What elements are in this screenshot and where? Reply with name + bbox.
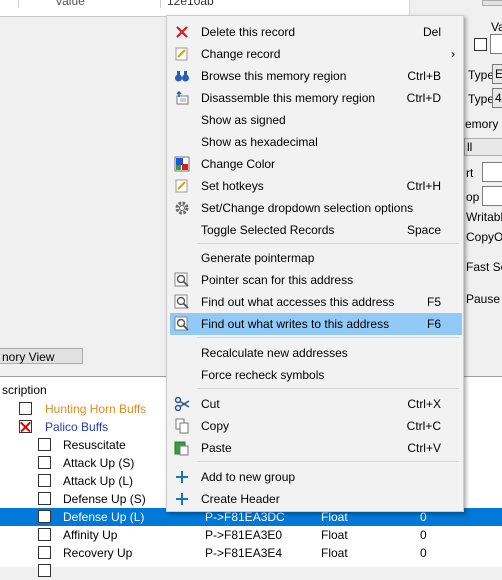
menu-separator	[197, 337, 459, 338]
record-context-menu: Delete this record Del Change record › B…	[166, 15, 464, 512]
value-type-select[interactable]: 4	[492, 88, 502, 108]
record-address: P->F81EA3E4	[205, 546, 283, 560]
table-row[interactable]: Recovery Up P->F81EA3E4 Float 0	[0, 544, 502, 562]
active-checkbox[interactable]	[38, 492, 51, 505]
record-type: Float	[321, 528, 348, 542]
record-description: Defense Up (L)	[63, 510, 145, 524]
active-checkbox[interactable]	[19, 420, 32, 433]
record-description: Palico Buffs	[45, 420, 109, 434]
stop-address-input[interactable]	[482, 186, 502, 206]
edit-note-icon	[175, 47, 188, 61]
start-label: rt	[466, 166, 474, 180]
paste-icon	[174, 441, 189, 456]
memory-view-button[interactable]: nory View	[0, 348, 83, 364]
header-value-label: Value	[55, 0, 85, 8]
record-description: Attack Up (L)	[63, 474, 134, 488]
record-description: Affinity Up	[63, 528, 118, 542]
menu-item-set-hotkeys[interactable]: Set hotkeys Ctrl+H	[167, 175, 463, 197]
menu-separator	[197, 243, 459, 244]
pause-checkbox-label[interactable]: Pause t	[466, 292, 502, 306]
scan-type-select[interactable]: Ex	[492, 64, 502, 84]
value-input[interactable]	[490, 34, 502, 54]
menu-item-copy[interactable]: Copy Ctrl+C	[167, 415, 463, 437]
find-access-icon	[174, 294, 189, 309]
header-value-text: 12e10ab	[167, 0, 214, 8]
active-checkbox[interactable]	[38, 528, 51, 541]
active-checkbox[interactable]	[38, 474, 51, 487]
record-value: 0	[420, 546, 427, 560]
menu-item-pointer-scan[interactable]: Pointer scan for this address	[167, 269, 463, 291]
header-divider	[160, 0, 161, 8]
menu-item-disassemble[interactable]: Disassemble this memory region Ctrl+D	[167, 87, 463, 109]
record-description: Defense Up (S)	[63, 492, 146, 506]
record-description: Resuscitate	[63, 438, 126, 452]
gear-icon	[175, 201, 189, 215]
menu-item-cut[interactable]: Cut Ctrl+X	[167, 393, 463, 415]
plus-icon	[176, 471, 188, 483]
table-row[interactable]: Affinity Up P->F81EA3E0 Float 0	[0, 526, 502, 544]
record-value: 0	[420, 528, 427, 542]
record-type: Float	[321, 546, 348, 560]
value-label: Va	[491, 20, 502, 34]
plus-icon	[176, 493, 188, 505]
record-address: P->F81EA3E0	[205, 528, 283, 542]
menu-item-change-record[interactable]: Change record ›	[167, 43, 463, 65]
record-description: Attack Up (S)	[63, 456, 135, 470]
active-checkbox[interactable]	[38, 456, 51, 469]
color-palette-icon	[174, 156, 190, 172]
value-type-label: Type	[468, 92, 495, 106]
description-column-header[interactable]: scription	[2, 383, 47, 397]
hotkey-note-icon	[175, 179, 188, 193]
region-select[interactable]: ll	[464, 138, 502, 156]
binoculars-icon	[175, 71, 189, 82]
active-checkbox[interactable]	[38, 546, 51, 559]
header-divider	[18, 0, 19, 8]
pointer-scan-icon	[174, 272, 189, 287]
record-description: Hunting Horn Buffs	[45, 402, 147, 416]
menu-item-create-header[interactable]: Create Header	[167, 488, 463, 510]
record-type: Float	[321, 510, 348, 524]
start-address-input[interactable]	[482, 162, 502, 182]
stop-label: op	[466, 190, 480, 204]
menu-item-dropdown-options[interactable]: Set/Change dropdown selection options	[167, 197, 463, 219]
scan-button-edge[interactable]	[482, 0, 502, 6]
record-value: 0	[420, 510, 427, 524]
submenu-arrow-icon: ›	[451, 47, 455, 61]
writable-checkbox-label[interactable]: Writabl	[466, 210, 502, 224]
menu-item-show-signed[interactable]: Show as signed	[167, 109, 463, 131]
menu-item-recheck-symbols[interactable]: Force recheck symbols	[167, 364, 463, 386]
menu-item-recalculate[interactable]: Recalculate new addresses	[167, 342, 463, 364]
menu-separator	[197, 461, 459, 462]
menu-item-change-color[interactable]: Change Color	[167, 153, 463, 175]
disassemble-icon	[176, 90, 189, 105]
copy-icon	[175, 418, 189, 434]
menu-item-browse-memory[interactable]: Browse this memory region Ctrl+B	[167, 65, 463, 87]
scan-type-label: Type	[468, 68, 495, 82]
record-address: P->F81EA3DC	[205, 510, 285, 524]
delete-x-icon	[176, 26, 188, 38]
menu-item-add-to-group[interactable]: Add to new group	[167, 466, 463, 488]
menu-item-paste[interactable]: Paste Ctrl+V	[167, 437, 463, 459]
fast-scan-checkbox-label[interactable]: Fast Sca	[466, 260, 502, 274]
menu-item-find-accesses[interactable]: Find out what accesses this address F5	[167, 291, 463, 313]
active-checkbox[interactable]	[38, 438, 51, 451]
copyonwrite-checkbox-label[interactable]: CopyO	[466, 230, 502, 244]
active-checkbox[interactable]	[19, 402, 32, 415]
menu-item-delete-record[interactable]: Delete this record Del	[167, 21, 463, 43]
menu-item-generate-pointermap[interactable]: Generate pointermap	[167, 247, 463, 269]
hex-checkbox[interactable]	[474, 38, 487, 51]
table-row[interactable]	[0, 562, 502, 580]
find-write-icon	[174, 316, 189, 331]
memory-options-label: emory	[465, 117, 499, 131]
menu-separator	[197, 388, 459, 389]
menu-item-find-writes[interactable]: Find out what writes to this address F6	[167, 313, 463, 335]
record-description: Recovery Up	[63, 546, 133, 560]
menu-item-show-hex[interactable]: Show as hexadecimal	[167, 131, 463, 153]
scissors-icon	[174, 396, 190, 412]
menu-item-toggle-selected[interactable]: Toggle Selected Records Space	[167, 219, 463, 241]
active-checkbox[interactable]	[38, 510, 51, 523]
